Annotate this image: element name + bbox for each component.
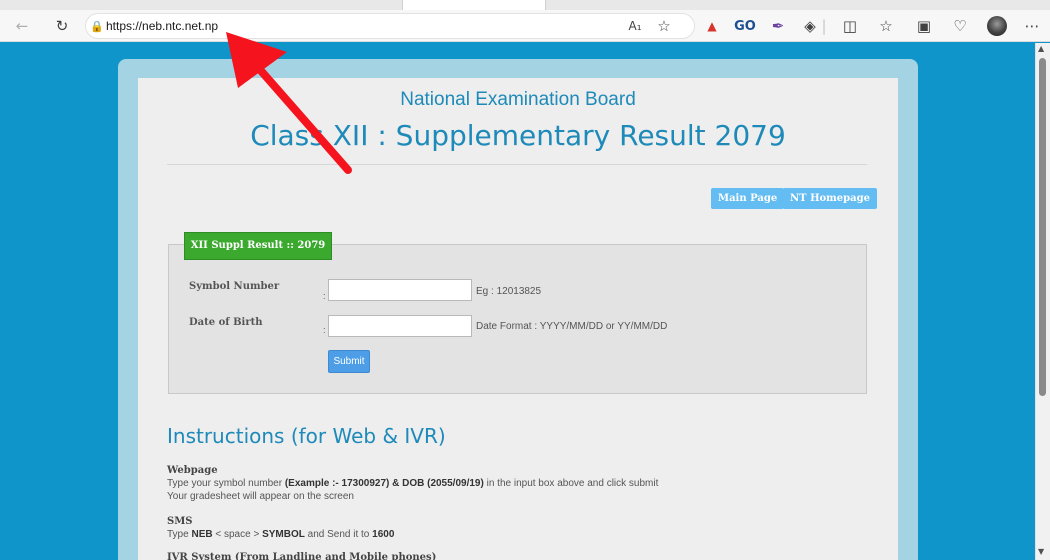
tab-strip: [0, 0, 1050, 10]
scrollbar-thumb[interactable]: [1039, 58, 1046, 396]
divider: [167, 164, 867, 165]
dob-input[interactable]: [328, 315, 472, 337]
split-screen-icon[interactable]: ◫: [840, 14, 860, 38]
read-aloud-icon[interactable]: A₁: [625, 14, 645, 38]
refresh-icon[interactable]: ↻: [52, 14, 72, 38]
symbol-number-hint: Eg : 12013825: [476, 286, 542, 297]
sms-section-title: SMS: [167, 516, 193, 527]
favorite-star-icon[interactable]: ☆: [654, 14, 674, 38]
ivr-section-title: IVR System (From Landline and Mobile pho…: [167, 552, 437, 560]
url-text[interactable]: https://neb.ntc.net.np: [106, 19, 218, 33]
scroll-up-icon[interactable]: ▲: [1038, 44, 1044, 53]
browser-toolbar: ← ↻ 🔒 https://neb.ntc.net.np A₁ ☆ ▲ GO ✒…: [0, 10, 1050, 42]
favorites-list-icon[interactable]: ☆: [876, 14, 896, 38]
dob-label: Date of Birth: [189, 317, 263, 328]
sms-instruction-line: Type NEB < space > SYMBOL and Send it to…: [167, 529, 395, 540]
result-form: [168, 244, 867, 394]
browser-essentials-icon[interactable]: ♡: [950, 14, 970, 38]
more-menu-icon[interactable]: ⋯: [1022, 14, 1042, 38]
scroll-down-icon[interactable]: ▼: [1038, 547, 1044, 556]
lock-icon[interactable]: 🔒: [89, 14, 105, 38]
webpage-instruction-line: Type your symbol number (Example :- 1730…: [167, 478, 659, 489]
dob-colon: :: [323, 325, 326, 335]
webpage-instruction-line-2: Your gradesheet will appear on the scree…: [167, 491, 354, 502]
go-extension-icon[interactable]: GO: [734, 14, 756, 38]
board-name: National Examination Board: [400, 89, 636, 110]
instructions-heading: Instructions (for Web & IVR): [167, 424, 446, 448]
active-tab[interactable]: [402, 0, 546, 10]
webpage-section-title: Webpage: [167, 465, 218, 476]
extension-red-icon[interactable]: ▲: [702, 14, 722, 38]
back-icon[interactable]: ←: [12, 14, 32, 38]
toolbar-divider: |: [821, 17, 827, 35]
main-page-button[interactable]: Main Page: [711, 188, 785, 209]
form-legend: XII Suppl Result :: 2079: [184, 232, 332, 260]
symbol-number-label: Symbol Number: [189, 281, 280, 292]
symbol-number-input[interactable]: [328, 279, 472, 301]
extension-purple-icon[interactable]: ✒: [768, 14, 788, 38]
extensions-puzzle-icon[interactable]: ◈: [800, 14, 820, 38]
collections-icon[interactable]: ▣: [914, 14, 934, 38]
nt-homepage-button[interactable]: NT Homepage: [783, 188, 877, 209]
profile-avatar-icon[interactable]: [986, 14, 1008, 38]
symbol-colon: :: [323, 291, 326, 301]
submit-button[interactable]: Submit: [328, 350, 370, 373]
page-title: Class XII : Supplementary Result 2079: [250, 119, 786, 152]
dob-hint: Date Format : YYYY/MM/DD or YY/MM/DD: [476, 321, 668, 332]
